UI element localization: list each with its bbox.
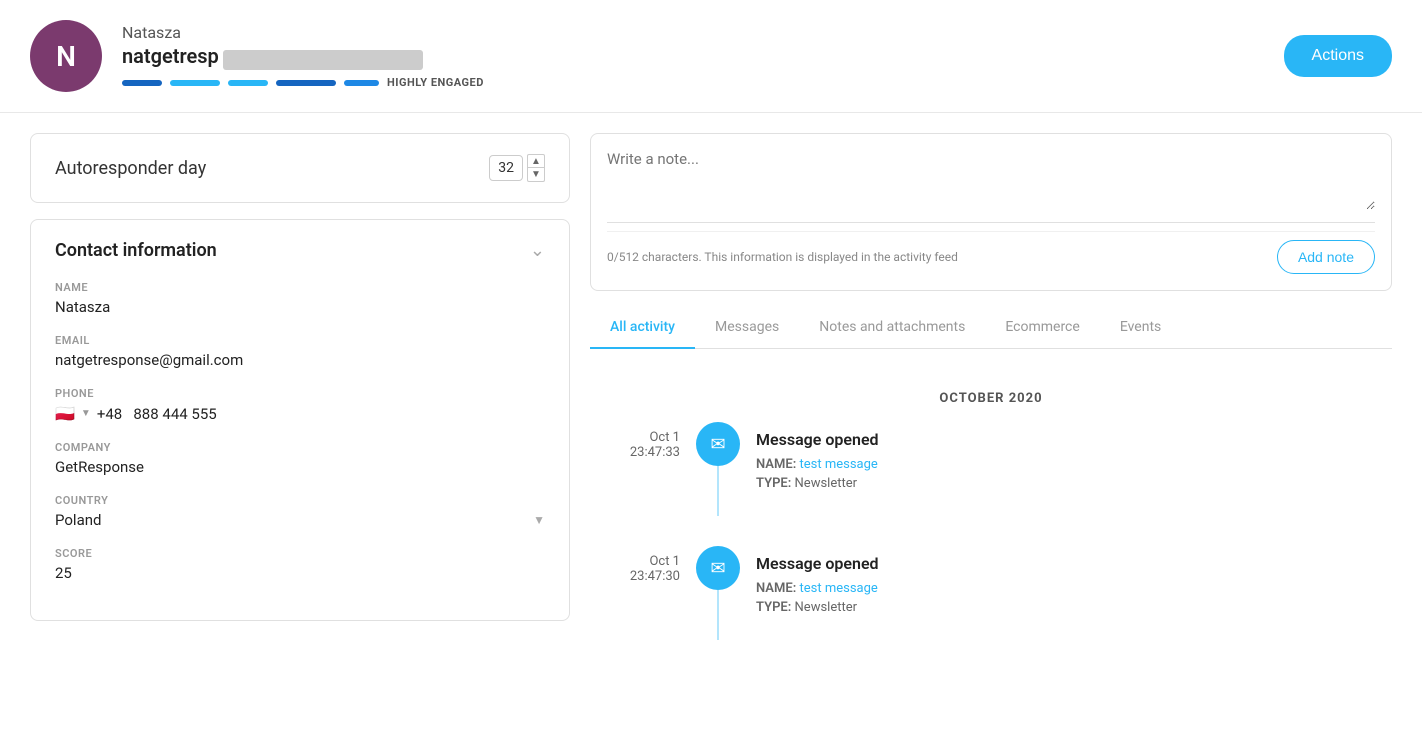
company-value: GetResponse: [55, 458, 545, 476]
left-panel: Autoresponder day 32 ▲ ▼ Contact informa…: [30, 133, 570, 680]
day-box-wrap: 32: [489, 155, 523, 181]
tab-events[interactable]: Events: [1100, 307, 1181, 349]
contact-email-prefix: natgetresp: [122, 44, 219, 68]
page-header: N Natasza natgetresp HIGHLY ENGAGED Acti…: [0, 0, 1422, 113]
email-value: natgetresponse@gmail.com: [55, 351, 545, 369]
activity-timeline-1: ✉: [696, 422, 740, 516]
field-score: SCORE 25: [55, 547, 545, 582]
actions-button[interactable]: Actions: [1284, 35, 1392, 77]
engagement-bar: HIGHLY ENGAGED: [122, 76, 1264, 89]
phone-value: +48 888 444 555: [97, 405, 217, 423]
activity-feed: OCTOBER 2020 Oct 1 23:47:33 ✉ Message op…: [590, 365, 1392, 680]
bar-segment-5: [344, 80, 379, 86]
autoresponder-input-wrap: 32 ▲ ▼: [489, 154, 545, 182]
autoresponder-label: Autoresponder day: [55, 158, 206, 179]
field-phone: PHONE 🇵🇱 ▼ +48 888 444 555: [55, 387, 545, 423]
note-card: 0/512 characters. This information is di…: [590, 133, 1392, 291]
activity-date-2: Oct 1: [590, 554, 680, 569]
contact-name: Natasza: [122, 23, 1264, 42]
contact-info-header: Contact information ⌄: [55, 240, 545, 261]
stepper-up[interactable]: ▲: [527, 154, 545, 168]
activity-title-1: Message opened: [756, 430, 879, 449]
field-name: NAME Natasza: [55, 281, 545, 316]
add-note-button[interactable]: Add note: [1277, 240, 1375, 274]
bar-segment-1: [122, 80, 162, 86]
email-label: EMAIL: [55, 334, 545, 347]
activity-item-1: Oct 1 23:47:33 ✉ Message opened NAME: te…: [590, 422, 1392, 516]
flag-dropdown-icon[interactable]: ▼: [81, 408, 91, 419]
bar-segment-4: [276, 80, 336, 86]
bar-segment-2: [170, 80, 220, 86]
tab-ecommerce[interactable]: Ecommerce: [985, 307, 1099, 349]
tab-notes-attachments[interactable]: Notes and attachments: [799, 307, 985, 349]
phone-row: 🇵🇱 ▼ +48 888 444 555: [55, 404, 545, 423]
company-label: COMPANY: [55, 441, 545, 454]
stepper-down[interactable]: ▼: [527, 168, 545, 182]
timeline-line-2: [717, 590, 719, 640]
activity-content-1: Message opened NAME: test message TYPE: …: [756, 422, 879, 495]
activity-name-detail-1: NAME: test message: [756, 457, 879, 472]
day-value: 32: [498, 160, 514, 176]
country-row: Poland ▼: [55, 511, 545, 529]
activity-name-detail-2: NAME: test message: [756, 581, 879, 596]
phone-label: PHONE: [55, 387, 545, 400]
bar-segment-3: [228, 80, 268, 86]
month-header: OCTOBER 2020: [590, 391, 1392, 406]
activity-timestamp-1: 23:47:33: [590, 445, 680, 460]
activity-time-2: Oct 1 23:47:30: [590, 546, 680, 584]
header-info: Natasza natgetresp HIGHLY ENGAGED: [122, 23, 1264, 89]
engagement-label: HIGHLY ENGAGED: [387, 76, 484, 89]
note-footer: 0/512 characters. This information is di…: [607, 231, 1375, 274]
contact-email-blur: [223, 50, 423, 70]
score-label: SCORE: [55, 547, 545, 560]
activity-time-1: Oct 1 23:47:33: [590, 422, 680, 460]
timeline-line-1: [717, 466, 719, 516]
main-content: Autoresponder day 32 ▲ ▼ Contact informa…: [0, 113, 1422, 700]
tab-messages[interactable]: Messages: [695, 307, 799, 349]
activity-type-detail-1: TYPE: Newsletter: [756, 476, 879, 491]
contact-info-card: Contact information ⌄ NAME Natasza EMAIL…: [30, 219, 570, 621]
day-stepper[interactable]: ▲ ▼: [527, 154, 545, 182]
field-email: EMAIL natgetresponse@gmail.com: [55, 334, 545, 369]
activity-type-detail-2: TYPE: Newsletter: [756, 600, 879, 615]
message-open-icon-1: ✉: [696, 422, 740, 466]
autoresponder-card: Autoresponder day 32 ▲ ▼: [30, 133, 570, 203]
activity-timeline-2: ✉: [696, 546, 740, 640]
activity-title-2: Message opened: [756, 554, 879, 573]
tab-all-activity[interactable]: All activity: [590, 307, 695, 349]
score-value: 25: [55, 564, 545, 582]
activity-content-2: Message opened NAME: test message TYPE: …: [756, 546, 879, 619]
name-label: NAME: [55, 281, 545, 294]
activity-timestamp-2: 23:47:30: [590, 569, 680, 584]
right-panel: 0/512 characters. This information is di…: [590, 133, 1392, 680]
name-value: Natasza: [55, 298, 545, 316]
activity-tabs: All activity Messages Notes and attachme…: [590, 307, 1392, 349]
collapse-icon[interactable]: ⌄: [530, 240, 545, 261]
country-value: Poland: [55, 511, 101, 529]
activity-item-2: Oct 1 23:47:30 ✉ Message opened NAME: te…: [590, 546, 1392, 640]
country-label: COUNTRY: [55, 494, 545, 507]
field-company: COMPANY GetResponse: [55, 441, 545, 476]
activity-date-1: Oct 1: [590, 430, 680, 445]
flag-icon: 🇵🇱: [55, 404, 75, 423]
message-open-icon-2: ✉: [696, 546, 740, 590]
note-char-count: 0/512 characters. This information is di…: [607, 250, 958, 264]
avatar: N: [30, 20, 102, 92]
note-textarea[interactable]: [607, 150, 1375, 210]
contact-info-title: Contact information: [55, 240, 217, 261]
country-dropdown-icon[interactable]: ▼: [533, 513, 545, 527]
field-country: COUNTRY Poland ▼: [55, 494, 545, 529]
